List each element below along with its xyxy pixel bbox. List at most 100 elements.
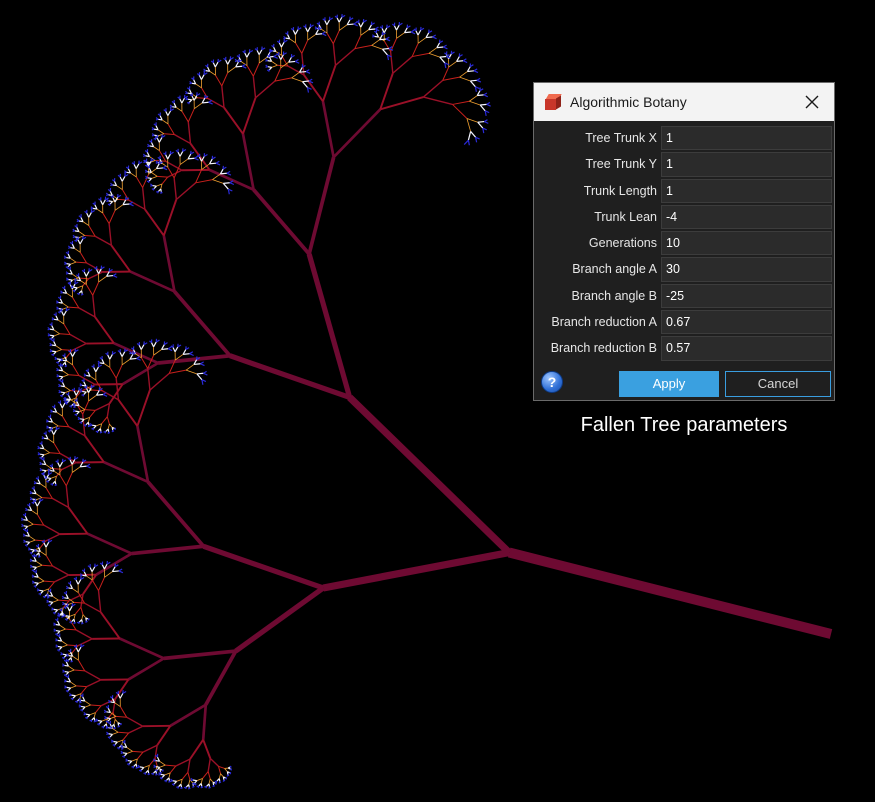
branch-reduction-a-input[interactable]: 0.67 [661, 310, 832, 335]
tree-branch-gen-9 [62, 291, 67, 294]
tree-branch-gen-9 [161, 774, 165, 778]
tree-branch-gen-7 [98, 577, 105, 591]
tree-branch-gen-9 [109, 354, 113, 360]
tree-branch-gen-8 [72, 655, 79, 661]
tree-branch-gen-7 [202, 771, 209, 779]
tree-branch-gen-10 [160, 771, 162, 774]
tree-branch-gen-6 [78, 307, 96, 318]
tree-branch-gen-10 [52, 354, 55, 357]
tree-branch-gen-7 [76, 261, 87, 264]
tree-branch-gen-6 [69, 333, 87, 345]
tree-branch-gen-7 [295, 42, 303, 54]
tree-branch-gen-10 [71, 698, 74, 701]
tree-branch-gen-9 [156, 137, 160, 143]
tree-branch-gen-10 [66, 278, 69, 281]
dialog-titlebar[interactable]: Algorithmic Botany [534, 83, 834, 121]
tree-branch-gen-10 [136, 356, 141, 359]
tree-branch-gen-4 [208, 168, 255, 191]
tree-branch-gen-10 [132, 766, 135, 769]
tree-branch-gen-8 [208, 778, 211, 784]
tree-branch-gen-10 [154, 138, 157, 141]
tree-branch-gen-10 [189, 351, 194, 355]
parameters-form: Tree Trunk X 1 Tree Trunk Y 1 Trunk Leng… [536, 125, 832, 362]
tree-branch-gen-10 [172, 783, 175, 786]
field-row-branch-angle-b: Branch angle B -25 [536, 283, 832, 309]
tree-branch-gen-9 [395, 24, 400, 31]
tree-branch-gen-10 [410, 29, 415, 33]
tree-branch-gen-6 [106, 403, 111, 417]
tree-branch-gen-9 [53, 351, 57, 355]
tree-trunk-x-input[interactable]: 1 [661, 126, 832, 151]
tree-branch-gen-9 [81, 384, 86, 387]
tree-branch-gen-4 [136, 425, 150, 483]
tree-branch-gen-7 [58, 599, 69, 602]
tree-branch-gen-8 [417, 37, 427, 44]
cancel-button[interactable]: Cancel [725, 371, 831, 397]
tree-branch-gen-8 [112, 731, 119, 735]
tree-branch-gen-10 [70, 405, 73, 408]
tree-branch-gen-5 [379, 72, 394, 110]
tree-branch-gen-4 [201, 704, 208, 740]
tree-branch-gen-9 [89, 567, 93, 572]
tree-branch-gen-9 [81, 619, 83, 623]
tree-branch-gen-8 [469, 95, 478, 102]
tree-branch-gen-8 [185, 369, 198, 375]
tree-branch-gen-6 [43, 524, 61, 535]
tree-branch-gen-9 [110, 701, 115, 704]
tree-branch-gen-6 [209, 757, 219, 767]
tree-branch-gen-4 [121, 361, 159, 386]
tree-branch-gen-10 [43, 596, 46, 599]
tree-branch-gen-9 [48, 420, 53, 423]
tree-branch-gen-7 [412, 52, 430, 58]
tree-branch-gen-8 [227, 66, 236, 73]
tree-branch-gen-9 [100, 200, 104, 205]
tree-branch-gen-9 [80, 699, 85, 702]
trunk-length-input[interactable]: 1 [661, 178, 832, 203]
tree-trunk-y-input[interactable]: 1 [661, 152, 832, 177]
tree-branch-gen-10 [104, 717, 107, 720]
trunk-lean-input[interactable]: -4 [661, 204, 832, 230]
tree-branch-gen-5 [144, 208, 165, 237]
tree-branch-gen-10 [72, 404, 76, 407]
tree-branch-gen-9 [382, 47, 390, 50]
tree-branch-gen-7 [116, 715, 127, 718]
tree-branch-gen-9 [167, 153, 171, 160]
tree-branch-gen-10 [108, 701, 111, 704]
branch-angle-a-input[interactable]: 30 [661, 257, 832, 282]
tree-branch-gen-9 [415, 30, 419, 36]
tree-branch-gen-2 [202, 543, 325, 591]
branch-reduction-b-input[interactable]: 0.57 [661, 336, 832, 361]
tree-branch-gen-9 [285, 37, 290, 40]
tree-branch-gen-9 [439, 56, 446, 64]
close-button[interactable] [802, 92, 822, 112]
tree-branch-gen-9 [165, 154, 169, 160]
tree-branch-gen-10 [75, 414, 78, 417]
apply-button[interactable]: Apply [619, 371, 719, 397]
tree-branch-gen-8 [70, 261, 77, 265]
tree-branch-gen-9 [43, 437, 49, 440]
tree-branch-gen-8 [88, 394, 97, 402]
tree-branch-gen-9 [88, 212, 92, 218]
tree-branch-gen-7 [207, 771, 211, 780]
tree-branch-gen-8 [78, 231, 85, 236]
generations-input[interactable]: 10 [661, 231, 832, 256]
tree-branch-gen-10 [483, 92, 488, 96]
tree-branch-gen-8 [218, 773, 221, 779]
tree-branch-gen-9 [73, 619, 76, 623]
tree-branch-gen-8 [339, 24, 348, 31]
tree-branch-gen-10 [64, 398, 67, 401]
tree-branch-gen-9 [39, 447, 44, 450]
branch-angle-b-input[interactable]: -25 [661, 283, 832, 309]
tree-branch-gen-9 [57, 639, 62, 642]
help-button[interactable]: ? [541, 371, 563, 393]
tree-branch-gen-9 [35, 582, 39, 587]
tree-branch-gen-10 [72, 410, 76, 413]
tree-branch-gen-5 [84, 435, 105, 463]
tree-branch-gen-8 [307, 34, 316, 41]
tree-branch-gen-9 [67, 687, 72, 691]
tree-branch-gen-10 [81, 709, 84, 712]
tree-branch-gen-10 [61, 597, 65, 599]
tree-branch-gen-10 [106, 733, 109, 735]
tree-branch-gen-7 [118, 731, 129, 734]
tree-branch-gen-6 [149, 372, 170, 391]
